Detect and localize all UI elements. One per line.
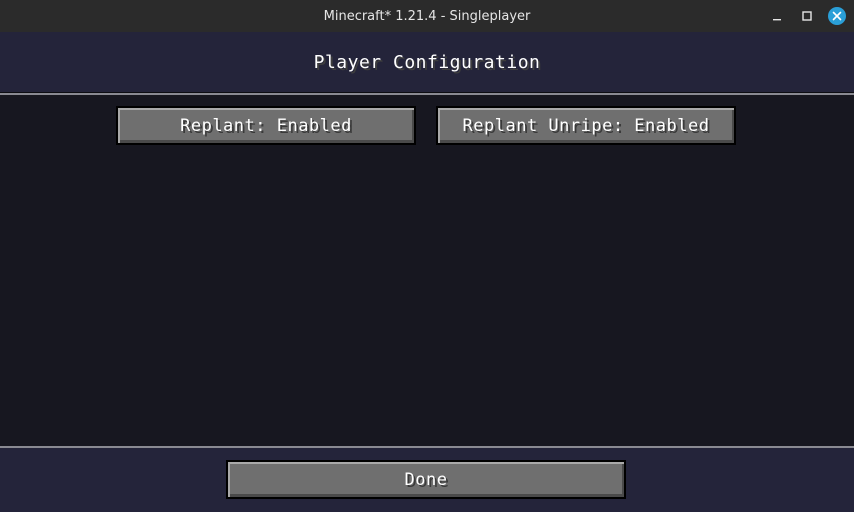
replant-unripe-toggle-label: Replant Unripe: Enabled [462,115,710,136]
window-controls [766,0,848,32]
maximize-button[interactable] [796,5,818,27]
close-button[interactable] [826,5,848,27]
options-list-area [0,97,854,446]
minimize-icon [773,19,781,21]
screen-header: Player Configuration [0,32,854,95]
done-button-label: Done [404,469,448,490]
replant-unripe-toggle-button[interactable]: Replant Unripe: Enabled [436,106,736,145]
maximize-icon [802,11,812,21]
replant-toggle-label: Replant: Enabled [180,115,352,136]
done-button[interactable]: Done [226,460,626,499]
close-icon [828,7,846,25]
minimize-button[interactable] [766,5,788,27]
screen-title: Player Configuration [313,52,541,73]
replant-toggle-button[interactable]: Replant: Enabled [116,106,416,145]
window-title: Minecraft* 1.21.4 - Singleplayer [323,8,531,24]
window-titlebar: Minecraft* 1.21.4 - Singleplayer [0,0,854,32]
